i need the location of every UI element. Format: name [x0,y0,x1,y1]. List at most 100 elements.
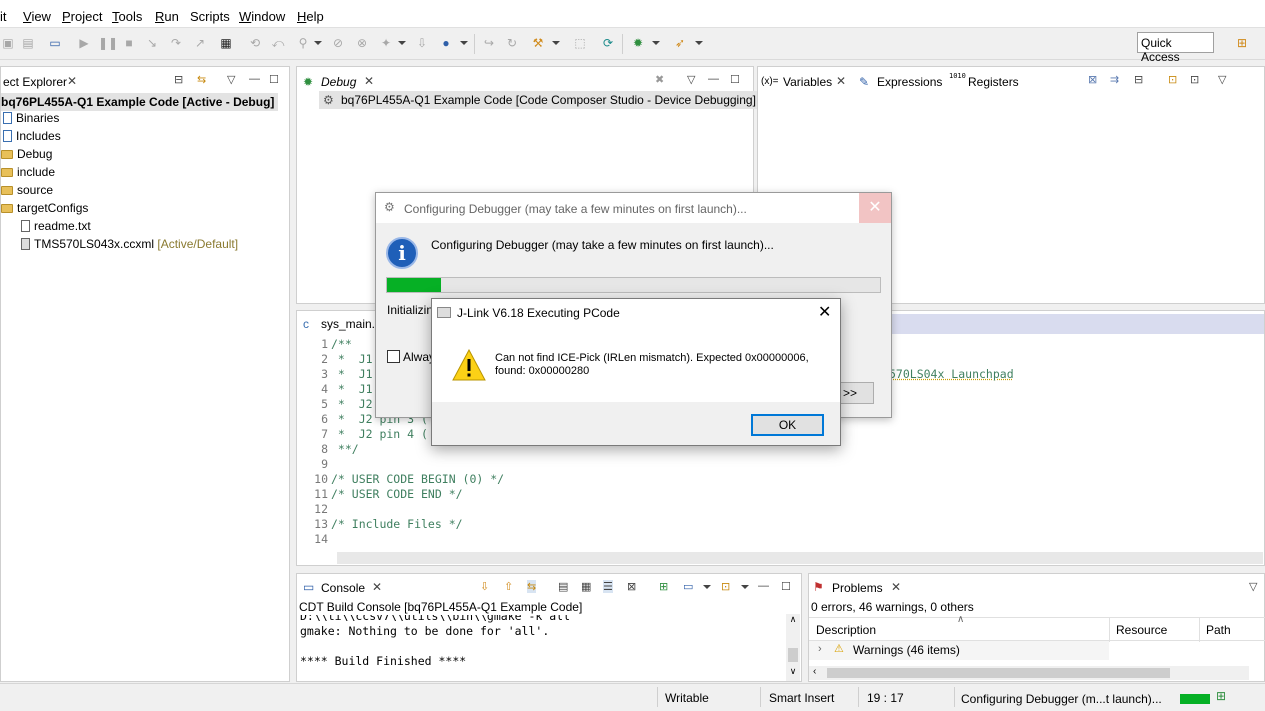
show-types-icon[interactable]: ⊠ [1088,73,1097,86]
menu-window[interactable]: Window [239,9,285,24]
scroll-down-arrow-icon[interactable]: ∨ [786,666,800,677]
scroll-thumb[interactable] [827,668,1170,678]
scroll-up-arrow-icon[interactable]: ∧ [786,614,800,625]
menu-view[interactable]: View [23,9,51,24]
scroll-left-arrow-icon[interactable]: ‹ [813,666,816,677]
code-line[interactable]: 10/* USER CODE BEGIN (0) */ [297,472,504,487]
save-all-icon[interactable]: ▤ [20,35,36,51]
scroll-up-icon[interactable]: ⇧ [504,580,513,593]
build-hammer-icon[interactable]: ⚒ [530,35,546,51]
code-line[interactable]: 8 **/ [297,442,359,457]
build-dropdown-icon[interactable] [552,41,560,45]
code-line[interactable]: 4 * J1 [297,382,372,397]
maximize-icon[interactable]: ☐ [269,73,279,86]
display-console-icon[interactable]: ▭ [683,580,693,593]
display-console-dropdown-icon[interactable] [703,585,711,589]
code-line[interactable]: 7 * J2 pin 4 ( [297,427,428,442]
reset-icon[interactable]: ⟲ [247,35,263,51]
menu-run[interactable]: Run [155,9,179,24]
console-vertical-scrollbar[interactable]: ∧ ∨ [786,614,800,681]
column-resource[interactable]: Resource [1116,623,1167,637]
code-line[interactable]: 12 [297,502,331,517]
editor-tab-sys-main[interactable]: sys_main.c [321,317,381,331]
tree-item-source[interactable]: source [1,183,53,197]
minimize-icon[interactable]: — [758,580,769,592]
tree-item-debug[interactable]: Debug [1,147,52,161]
code-line[interactable]: 3 * J1 [297,367,372,382]
status-background-job[interactable]: Configuring Debugger (m...t launch)... [961,692,1162,706]
project-node[interactable]: bq76PL455A-Q1 Example Code [Active - Deb… [1,93,279,111]
step-over-icon[interactable]: ↷ [168,35,184,51]
word-wrap-icon[interactable]: ☰ [603,580,613,593]
view-menu-icon[interactable]: ▽ [227,73,235,86]
suspend-icon[interactable]: ❚❚ [98,35,118,51]
open-console-icon[interactable]: ⊞ [659,580,668,593]
code-line[interactable]: 14 [297,532,331,547]
remove-console-icon[interactable]: ⊠ [627,580,636,593]
always-checkbox[interactable] [387,350,400,363]
close-icon[interactable]: ✕ [67,74,77,88]
quick-access-field[interactable]: Quick Access [1137,32,1214,64]
tree-item-ccxml[interactable]: TMS570LS043x.ccxml [Active/Default] [21,237,238,251]
code-line[interactable]: 9 [297,457,331,472]
clear-icon[interactable]: ▤ [558,580,568,593]
connect-dropdown-icon[interactable] [314,41,322,45]
debug-dropdown-icon[interactable] [652,41,660,45]
tree-item-targetconfigs[interactable]: targetConfigs [1,201,88,215]
variables-tab[interactable]: Variables [783,75,832,89]
editor-horizontal-scrollbar[interactable] [337,552,1263,564]
menu-scripts[interactable]: Scripts [190,9,230,24]
close-icon[interactable]: ✕ [372,580,382,594]
close-icon[interactable]: ✕ [364,74,374,88]
remove-terminated-icon[interactable]: ✖ [655,73,664,86]
load-icon[interactable]: ⇩ [414,35,430,51]
close-icon[interactable]: ✕ [836,74,846,88]
close-icon[interactable]: ✕ [891,580,901,594]
scroll-thumb[interactable] [788,648,798,662]
code-line[interactable]: 2 * J1 [297,352,372,367]
progress-view-icon[interactable]: ⊞ [1216,689,1226,703]
expand-chevron-icon[interactable]: › [818,643,822,655]
open-perspective-icon[interactable]: ⊞ [1234,35,1250,51]
menu-tools[interactable]: Tools [112,9,142,24]
close-icon[interactable]: ✕ [859,193,891,223]
flash-dropdown-icon[interactable] [695,41,703,45]
scroll-lock-down-icon[interactable]: ⇩ [480,580,489,593]
resume-icon[interactable]: ▶ [76,35,92,51]
terminate-icon[interactable]: ■ [121,35,137,51]
expressions-tab[interactable]: Expressions [877,75,942,89]
grid-icon[interactable]: ▦ [218,35,234,51]
tree-item-includes[interactable]: Includes [3,129,61,143]
step-asm-over-icon[interactable]: ↻ [504,35,520,51]
step-return-icon[interactable]: ↗ [192,35,208,51]
maximize-icon[interactable]: ☐ [730,73,740,86]
link-editor-icon[interactable]: ⇆ [197,73,206,86]
registers-tab[interactable]: Registers [968,75,1019,89]
new-console-icon[interactable]: ⊡ [721,580,730,593]
skip-icon[interactable]: ⊗ [354,35,370,51]
view-menu-icon[interactable]: ▽ [687,73,695,86]
connect-icon[interactable]: ⚲ [295,35,311,51]
save-icon[interactable]: ▣ [0,35,16,51]
menu-edit[interactable]: it [0,9,7,24]
memory-dropdown-icon[interactable] [398,41,406,45]
memory-icon[interactable]: ✦ [378,35,394,51]
tree-item-readme[interactable]: readme.txt [21,219,91,233]
code-line[interactable]: 13/* Include Files */ [297,517,462,532]
pin-console-icon[interactable]: ▦ [581,580,591,593]
flash-icon[interactable]: ➶ [672,35,688,51]
step-asm-icon[interactable]: ↪ [481,35,497,51]
new-window-icon[interactable]: ⬚ [572,35,588,51]
restart-icon[interactable]: ⤺ [270,35,286,51]
menu-help[interactable]: Help [297,9,324,24]
ok-button[interactable]: OK [751,414,824,436]
tree-item-include[interactable]: include [1,165,55,179]
problems-tab[interactable]: Problems [832,581,883,595]
debug-session-item[interactable]: ⚙ bq76PL455A-Q1 Example Code [Code Compo… [319,91,760,109]
problems-horizontal-scrollbar[interactable]: ‹ [809,666,1249,680]
code-line[interactable]: 11/* USER CODE END */ [297,487,462,502]
minimize-icon[interactable]: — [249,73,260,85]
debug-bug-icon[interactable]: ✹ [630,35,646,51]
view-menu-icon[interactable]: ▽ [1218,73,1226,86]
refresh-link-icon[interactable]: ⟳ [600,35,616,51]
